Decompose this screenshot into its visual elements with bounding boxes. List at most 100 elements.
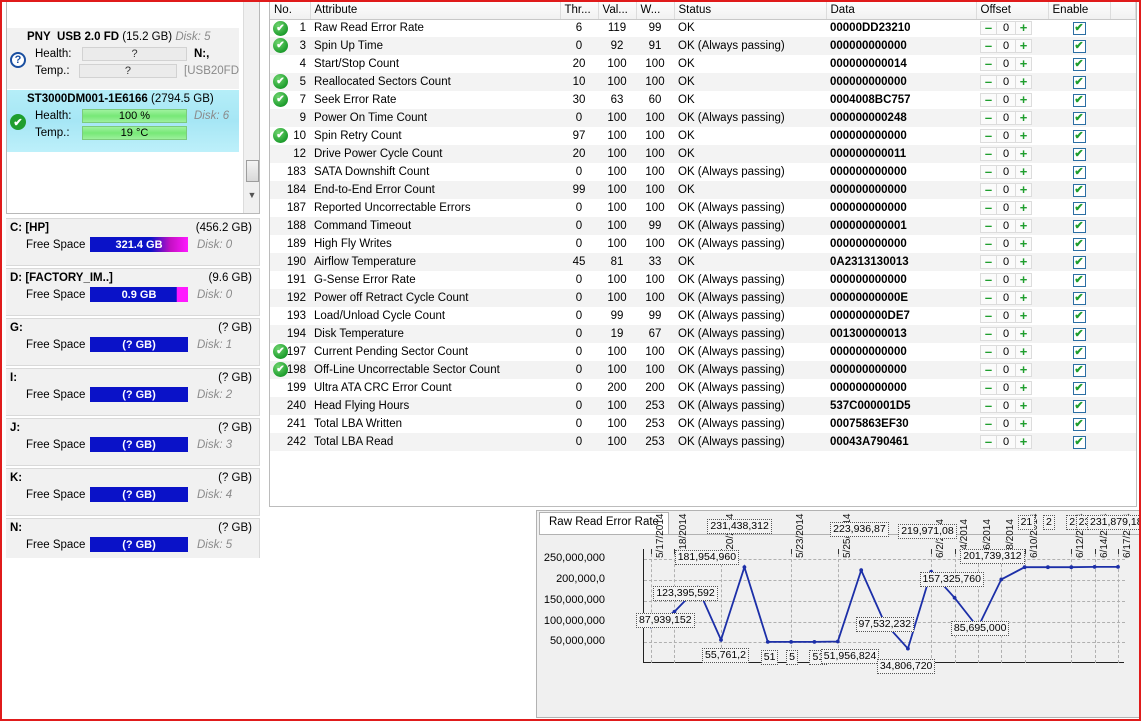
offset-increment-button[interactable]: + (1015, 327, 1032, 341)
offset-increment-button[interactable]: + (1015, 75, 1032, 89)
table-row[interactable]: ✔ 197 Current Pending Sector Count 0 100 100 O… (270, 343, 1136, 361)
offset-increment-button[interactable]: + (1015, 435, 1032, 449)
offset-increment-button[interactable]: + (1015, 273, 1032, 287)
offset-decrement-button[interactable]: – (980, 165, 997, 179)
volume-card[interactable]: C: [HP] (456.2 GB) Free Space 321.4 GB D… (6, 218, 260, 266)
enable-checkbox[interactable]: ✔ (1072, 21, 1086, 35)
table-row[interactable]: ✔ 1 Raw Read Error Rate 6 119 99 OK 00000DD2321… (270, 19, 1136, 37)
table-row[interactable]: 242 Total LBA Read 0 100 253 OK (Always passi… (270, 433, 1136, 451)
offset-increment-button[interactable]: + (1015, 417, 1032, 431)
offset-decrement-button[interactable]: – (980, 129, 997, 143)
offset-decrement-button[interactable]: – (980, 57, 997, 71)
offset-increment-button[interactable]: + (1015, 363, 1032, 377)
offset-increment-button[interactable]: + (1015, 201, 1032, 215)
volume-card[interactable]: G: (? GB) Free Space (? GB) Disk: 1 (6, 318, 260, 366)
offset-increment-button[interactable]: + (1015, 399, 1032, 413)
offset-decrement-button[interactable]: – (980, 93, 997, 107)
offset-decrement-button[interactable]: – (980, 39, 997, 53)
table-row[interactable]: 199 Ultra ATA CRC Error Count 0 200 200 OK (A… (270, 379, 1136, 397)
offset-increment-button[interactable]: + (1015, 93, 1032, 107)
offset-increment-button[interactable]: + (1015, 111, 1032, 125)
volume-card[interactable]: I: (? GB) Free Space (? GB) Disk: 2 (6, 368, 260, 416)
enable-checkbox[interactable]: ✔ (1072, 57, 1086, 71)
offset-decrement-button[interactable]: – (980, 291, 997, 305)
offset-decrement-button[interactable]: – (980, 111, 997, 125)
offset-increment-button[interactable]: + (1015, 129, 1032, 143)
offset-decrement-button[interactable]: – (980, 399, 997, 413)
offset-decrement-button[interactable]: – (980, 75, 997, 89)
offset-increment-button[interactable]: + (1015, 165, 1032, 179)
smart-attributes-table[interactable]: No. Attribute Thr... Val... W... Status … (269, 2, 1137, 507)
table-row[interactable]: 184 End-to-End Error Count 99 100 100 OK 00000… (270, 181, 1136, 199)
offset-decrement-button[interactable]: – (980, 381, 997, 395)
enable-checkbox[interactable]: ✔ (1072, 75, 1086, 89)
table-row[interactable]: 9 Power On Time Count 0 100 100 OK (Always pa… (270, 109, 1136, 127)
scrollbar-thumb[interactable] (246, 160, 259, 182)
table-row[interactable]: ✔ 5 Reallocated Sectors Count 10 100 100 OK 000… (270, 73, 1136, 91)
drive-card-pny[interactable]: ? PNY USB 2.0 FD (15.2 GB) Disk: 5 Healt… (7, 28, 239, 90)
volume-card[interactable]: K: (? GB) Free Space (? GB) Disk: 4 (6, 468, 260, 516)
enable-checkbox[interactable]: ✔ (1072, 363, 1086, 377)
enable-checkbox[interactable]: ✔ (1072, 255, 1086, 269)
drive-list[interactable]: ? PNY USB 2.0 FD (15.2 GB) Disk: 5 Healt… (6, 2, 260, 214)
enable-checkbox[interactable]: ✔ (1072, 93, 1086, 107)
column-header-data[interactable]: Data (826, 2, 977, 20)
drive-card-st3000[interactable]: ✔ ST3000DM001-1E6166 (2794.5 GB) Health:… (7, 90, 239, 153)
column-header-value[interactable]: Val... (598, 2, 637, 20)
table-row[interactable]: ✔ 3 Spin Up Time 0 92 91 OK (Always passing) 00… (270, 37, 1136, 55)
table-row[interactable]: 187 Reported Uncorrectable Errors 0 100 100 O… (270, 199, 1136, 217)
table-row[interactable]: 188 Command Timeout 0 100 99 OK (Always passi… (270, 217, 1136, 235)
volume-card[interactable]: J: (? GB) Free Space (? GB) Disk: 3 (6, 418, 260, 466)
offset-decrement-button[interactable]: – (980, 327, 997, 341)
offset-increment-button[interactable]: + (1015, 57, 1032, 71)
table-row[interactable]: 192 Power off Retract Cycle Count 0 100 100 O… (270, 289, 1136, 307)
column-header-offset[interactable]: Offset (976, 2, 1049, 20)
column-header-threshold[interactable]: Thr... (560, 2, 599, 20)
column-header-no[interactable]: No. (270, 2, 311, 20)
table-row[interactable]: 183 SATA Downshift Count 0 100 100 OK (Always… (270, 163, 1136, 181)
table-row[interactable]: 189 High Fly Writes 0 100 100 OK (Always pass… (270, 235, 1136, 253)
table-row[interactable]: 191 G-Sense Error Rate 0 100 100 OK (Always p… (270, 271, 1136, 289)
enable-checkbox[interactable]: ✔ (1072, 219, 1086, 233)
enable-checkbox[interactable]: ✔ (1072, 273, 1086, 287)
chart-tab-raw-read-error-rate[interactable]: Raw Read Error Rate (539, 512, 669, 534)
enable-checkbox[interactable]: ✔ (1072, 399, 1086, 413)
offset-increment-button[interactable]: + (1015, 39, 1032, 53)
offset-increment-button[interactable]: + (1015, 291, 1032, 305)
table-row[interactable]: ✔ 7 Seek Error Rate 30 63 60 OK 0004008BC757–0 +… (270, 91, 1136, 109)
table-row[interactable]: 12 Drive Power Cycle Count 20 100 100 OK 00000… (270, 145, 1136, 163)
enable-checkbox[interactable]: ✔ (1072, 417, 1086, 431)
enable-checkbox[interactable]: ✔ (1072, 327, 1086, 341)
offset-increment-button[interactable]: + (1015, 381, 1032, 395)
enable-checkbox[interactable]: ✔ (1072, 291, 1086, 305)
volume-card[interactable]: D: [FACTORY_IM..] (9.6 GB) Free Space 0.… (6, 268, 260, 316)
offset-decrement-button[interactable]: – (980, 201, 997, 215)
enable-checkbox[interactable]: ✔ (1072, 147, 1086, 161)
offset-increment-button[interactable]: + (1015, 237, 1032, 251)
offset-decrement-button[interactable]: – (980, 309, 997, 323)
offset-decrement-button[interactable]: – (980, 345, 997, 359)
column-header-attribute[interactable]: Attribute (310, 2, 561, 20)
drive-list-scrollbar[interactable]: ▼ (243, 2, 259, 213)
offset-decrement-button[interactable]: – (980, 147, 997, 161)
enable-checkbox[interactable]: ✔ (1072, 183, 1086, 197)
column-header-enable[interactable]: Enable (1048, 2, 1111, 20)
column-header-worst[interactable]: W... (636, 2, 675, 20)
offset-increment-button[interactable]: + (1015, 255, 1032, 269)
table-row[interactable]: 4 Start/Stop Count 20 100 100 OK 000000000014 –… (270, 55, 1136, 73)
table-row[interactable]: 240 Head Flying Hours 0 100 253 OK (Always pa… (270, 397, 1136, 415)
offset-decrement-button[interactable]: – (980, 255, 997, 269)
enable-checkbox[interactable]: ✔ (1072, 129, 1086, 143)
enable-checkbox[interactable]: ✔ (1072, 165, 1086, 179)
offset-decrement-button[interactable]: – (980, 183, 997, 197)
offset-decrement-button[interactable]: – (980, 435, 997, 449)
offset-increment-button[interactable]: + (1015, 183, 1032, 197)
offset-increment-button[interactable]: + (1015, 345, 1032, 359)
offset-decrement-button[interactable]: – (980, 417, 997, 431)
table-row[interactable]: 193 Load/Unload Cycle Count 0 99 99 OK (Alway… (270, 307, 1136, 325)
table-row[interactable]: 194 Disk Temperature 0 19 67 OK (Always passi… (270, 325, 1136, 343)
enable-checkbox[interactable]: ✔ (1072, 381, 1086, 395)
enable-checkbox[interactable]: ✔ (1072, 237, 1086, 251)
volume-card[interactable]: N: (? GB) Free Space (? GB) Disk: 5 (6, 518, 260, 558)
table-row[interactable]: 241 Total LBA Written 0 100 253 OK (Always pa… (270, 415, 1136, 433)
